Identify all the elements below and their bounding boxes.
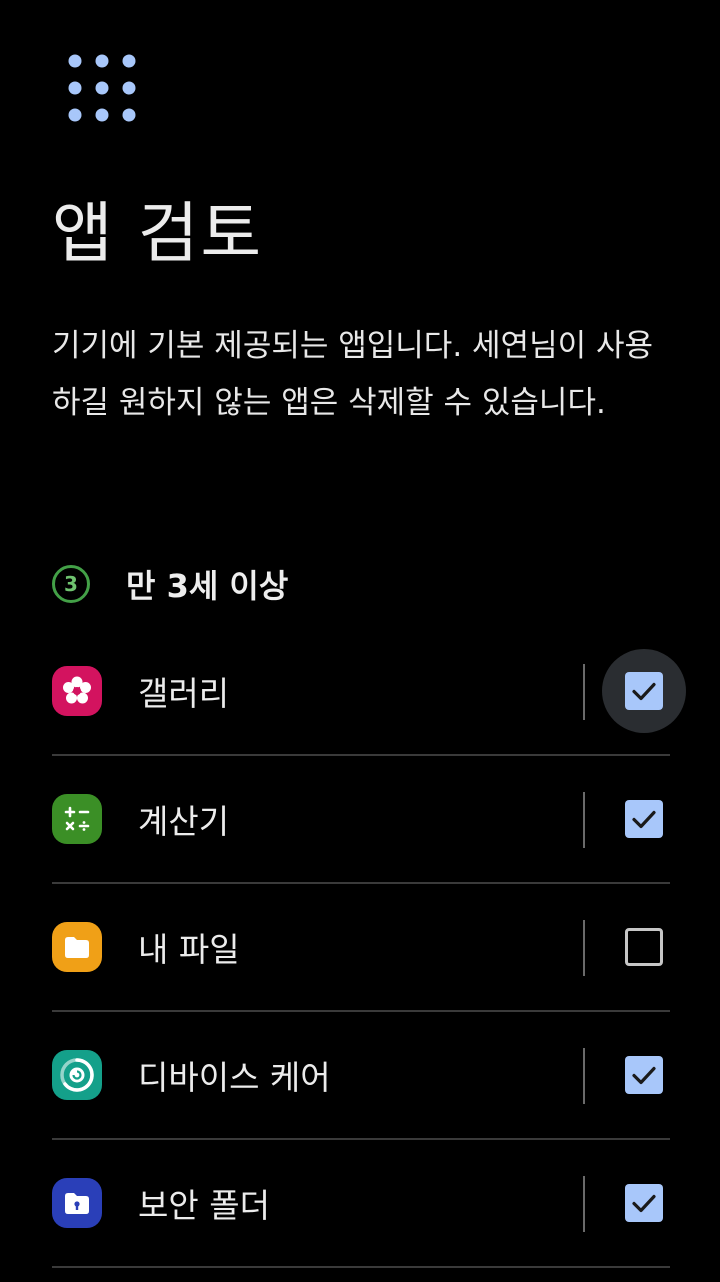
calculator-checkbox[interactable] [625,800,663,838]
app-name: 내 파일 [138,930,240,969]
check-icon [632,682,656,701]
app-name: 디바이스 케어 [138,1058,331,1097]
row-divider [583,1176,585,1232]
row-divider [583,664,585,720]
app-row-my-files[interactable]: 내 파일 [52,884,670,1012]
apps-grid-icon [68,54,136,122]
secure-folder-checkbox[interactable] [625,1184,663,1222]
app-row-device-care[interactable]: 디바이스 케어 [52,1012,670,1140]
app-row-secure-folder[interactable]: 보안 폴더 [52,1140,670,1268]
page-title: 앱 검토 [52,195,264,272]
my-files-checkbox[interactable] [625,928,663,966]
check-icon [632,810,656,829]
check-icon [632,1194,656,1213]
device-care-icon [52,1050,102,1100]
age-rating-badge: 3 [52,565,90,603]
secure-folder-checkbox-wrap[interactable] [602,1161,686,1245]
app-row-gallery[interactable]: 갤러리 [52,628,686,756]
calculator-icon [52,794,102,844]
my-files-icon [52,922,102,972]
secure-folder-icon [52,1178,102,1228]
calculator-checkbox-wrap[interactable] [602,777,686,861]
app-name: 보안 폴더 [138,1186,270,1225]
my-files-checkbox-wrap[interactable] [602,905,686,989]
row-divider [583,920,585,976]
gallery-checkbox-wrap[interactable] [602,649,686,733]
app-row-calculator[interactable]: 계산기 [52,756,670,884]
app-review-screen: 앱 검토 기기에 기본 제공되는 앱입니다. 세연님이 사용하길 원하지 않는 … [0,0,720,1282]
app-name: 갤러리 [138,674,230,713]
page-description: 기기에 기본 제공되는 앱입니다. 세연님이 사용하길 원하지 않는 앱은 삭제… [52,328,654,421]
age-rating-row: 3 만 3세 이상 [52,556,288,612]
app-list: 갤러리 계산기 내 파일 디바이스 케어 보안 폴더 [52,628,686,1268]
age-rating-label: 만 3세 이상 [126,567,289,605]
row-divider [583,792,585,848]
device-care-checkbox-wrap[interactable] [602,1033,686,1117]
gallery-icon [52,666,102,716]
row-divider [583,1048,585,1104]
app-name: 계산기 [138,802,230,841]
gallery-checkbox[interactable] [625,672,663,710]
check-icon [632,1066,656,1085]
device-care-checkbox[interactable] [625,1056,663,1094]
